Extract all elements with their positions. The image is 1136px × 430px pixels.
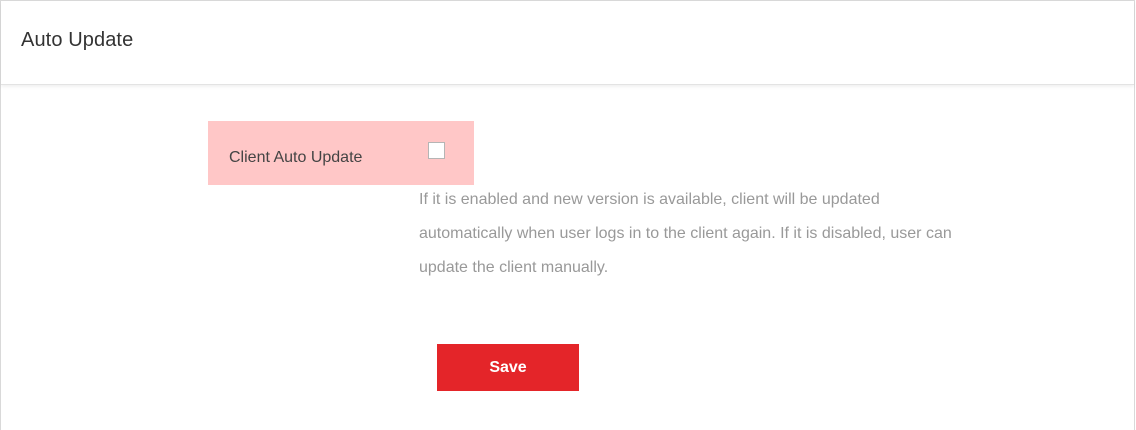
- auto-update-panel: Auto Update Client Auto Update If it is …: [0, 0, 1135, 430]
- client-auto-update-label: Client Auto Update: [229, 149, 363, 166]
- hint-line: automatically when user logs in to the c…: [419, 225, 952, 242]
- panel-header: Auto Update: [1, 1, 1134, 85]
- page-title: Auto Update: [21, 29, 134, 51]
- save-button[interactable]: Save: [437, 344, 579, 391]
- hint-line: If it is enabled and new version is avai…: [419, 191, 880, 208]
- client-auto-update-hint: If it is enabled and new version is avai…: [419, 183, 1119, 285]
- client-auto-update-checkbox[interactable]: [428, 142, 445, 159]
- hint-line: update the client manually.: [419, 259, 609, 276]
